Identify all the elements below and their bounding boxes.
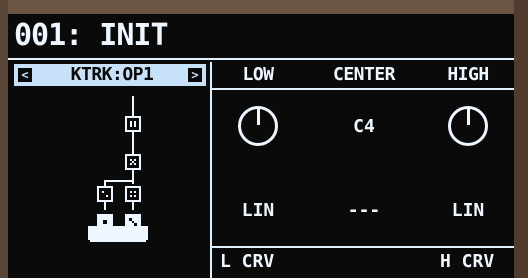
connector-line — [132, 132, 134, 154]
track-selector[interactable]: < KTRK:OP1 > — [14, 64, 206, 86]
connector-line — [104, 180, 134, 182]
output-bus-line — [90, 240, 146, 242]
knob-pointer — [257, 109, 260, 125]
header-divider — [212, 88, 514, 90]
connector-line — [132, 96, 134, 116]
knob-pointer — [467, 109, 470, 125]
column-header-high: HIGH — [447, 64, 489, 85]
device-bezel-left — [0, 0, 8, 278]
prev-track-button[interactable]: < — [18, 68, 32, 82]
patch-title: 001: INIT — [14, 18, 169, 53]
column-header-center: CENTER — [332, 64, 396, 85]
chevron-left-icon: < — [21, 68, 29, 82]
low-curve-value[interactable]: LIN — [230, 200, 286, 222]
operator-4-icon[interactable] — [125, 186, 141, 202]
chevron-right-icon: > — [191, 68, 199, 82]
operator-5-icon[interactable] — [125, 154, 141, 170]
column-header-low: LOW — [242, 64, 274, 85]
device-bezel-right — [514, 0, 528, 278]
low-knob[interactable] — [238, 106, 278, 146]
selected-operators-backing — [88, 226, 148, 240]
next-track-button[interactable]: > — [188, 68, 202, 82]
footer-divider — [212, 246, 514, 248]
track-name: KTRK:OP1 — [70, 64, 154, 85]
high-curve-label: H CRV — [440, 251, 495, 272]
high-curve-value[interactable]: LIN — [440, 200, 496, 222]
device-bezel-top — [0, 0, 528, 14]
high-knob[interactable] — [448, 106, 488, 146]
low-curve-label: L CRV — [220, 251, 275, 272]
center-note-value[interactable]: C4 — [338, 116, 390, 138]
title-divider — [8, 58, 514, 60]
center-curve-value[interactable]: --- — [338, 200, 390, 222]
operator-3-icon[interactable] — [97, 186, 113, 202]
operator-6-icon[interactable] — [125, 116, 141, 132]
oled-screen: 001: INIT < KTRK:OP1 > LOW CENTER HIGH C… — [8, 14, 514, 278]
